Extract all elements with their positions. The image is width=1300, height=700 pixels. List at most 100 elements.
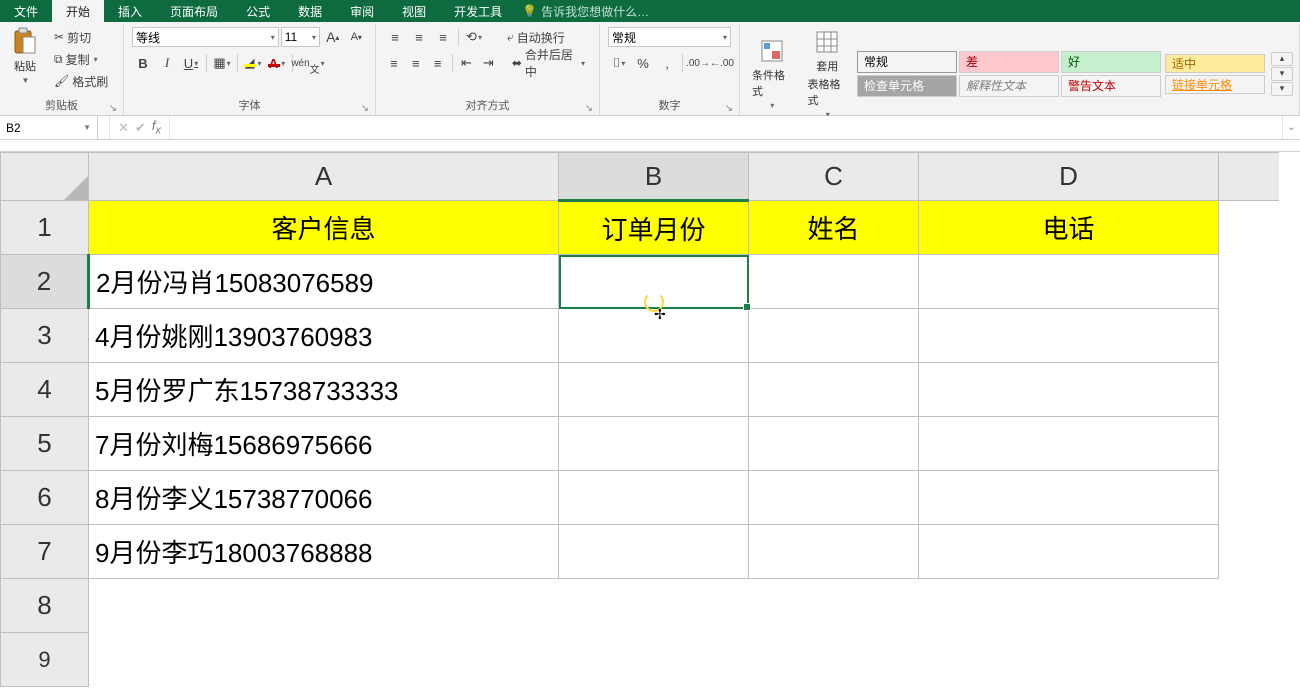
expand-formula-bar[interactable]: ⌄ xyxy=(1282,116,1300,139)
align-bottom-button[interactable]: ≡ xyxy=(432,27,454,47)
align-left-button[interactable]: ≡ xyxy=(384,53,404,73)
merge-center-button[interactable]: ⬌ 合并后居中 ▾ xyxy=(506,52,591,74)
cell-E5[interactable] xyxy=(1219,417,1279,471)
styles-scroll-up[interactable]: ▴ xyxy=(1271,52,1293,66)
menu-insert[interactable]: 插入 xyxy=(104,0,156,22)
format-painter-button[interactable]: 🖌 格式刷 xyxy=(48,70,114,92)
cancel-formula-button[interactable]: ✕ xyxy=(118,120,129,136)
col-header-D[interactable]: D xyxy=(919,153,1219,201)
row-header-3[interactable]: 3 xyxy=(1,309,89,363)
wrap-text-button[interactable]: ⤶ 自动换行 xyxy=(501,26,571,48)
style-bad[interactable]: 差 xyxy=(959,51,1059,73)
cell-E6[interactable] xyxy=(1219,471,1279,525)
menu-file[interactable]: 文件 xyxy=(0,0,52,22)
cell-A2[interactable]: 2月份冯肖15083076589 xyxy=(89,255,559,309)
menu-pagelayout[interactable]: 页面布局 xyxy=(156,0,232,22)
style-warning[interactable]: 警告文本 xyxy=(1061,75,1161,97)
dialog-launcher-icon[interactable]: ↘ xyxy=(585,103,593,114)
row-header-4[interactable]: 4 xyxy=(1,363,89,417)
increase-decimal-button[interactable]: .00→ xyxy=(687,53,709,73)
cell-D9[interactable] xyxy=(919,633,1219,687)
row-header-2[interactable]: 2 xyxy=(1,255,89,309)
font-family-select[interactable]: 等线▾ xyxy=(132,27,279,47)
cell-D1[interactable]: 电话 xyxy=(919,201,1219,255)
row-header-8[interactable]: 8 xyxy=(1,579,89,633)
align-middle-button[interactable]: ≡ xyxy=(408,27,430,47)
dialog-launcher-icon[interactable]: ↘ xyxy=(725,103,733,114)
col-header-A[interactable]: A xyxy=(89,153,559,201)
style-hyperlink[interactable]: 链接单元格 xyxy=(1165,75,1265,94)
number-format-select[interactable]: 常规▾ xyxy=(608,27,731,47)
menu-view[interactable]: 视图 xyxy=(388,0,440,22)
fx-button[interactable]: fx xyxy=(152,118,161,137)
format-as-table-button[interactable]: 套用 表格格式▾ xyxy=(802,26,854,121)
style-neutral[interactable]: 适中 xyxy=(1165,54,1265,73)
paste-button[interactable]: 粘贴 ▼ xyxy=(6,26,44,87)
orientation-button[interactable]: ⟲▾ xyxy=(463,27,485,47)
menu-formula[interactable]: 公式 xyxy=(232,0,284,22)
cell-D6[interactable] xyxy=(919,471,1219,525)
cell-B2[interactable] xyxy=(559,255,749,309)
comma-button[interactable]: , xyxy=(656,53,678,73)
cell-C7[interactable] xyxy=(749,525,919,579)
cell-A5[interactable]: 7月份刘梅15686975666 xyxy=(89,417,559,471)
styles-more[interactable]: ▾ xyxy=(1271,82,1293,96)
increase-indent-button[interactable]: ⇥ xyxy=(478,53,498,73)
cell-B3[interactable] xyxy=(559,309,749,363)
name-box[interactable]: B2 ▼ xyxy=(0,116,98,139)
italic-button[interactable]: I xyxy=(156,53,178,73)
cell-B7[interactable] xyxy=(559,525,749,579)
cell-D5[interactable] xyxy=(919,417,1219,471)
copy-button[interactable]: ⧉ 复制 ▾ xyxy=(48,48,114,70)
underline-button[interactable]: U▾ xyxy=(180,53,202,73)
cell-A6[interactable]: 8月份李义15738770066 xyxy=(89,471,559,525)
cell-A9[interactable] xyxy=(89,633,559,687)
bold-button[interactable]: B xyxy=(132,53,154,73)
cell-A8[interactable] xyxy=(89,579,559,633)
cell-C4[interactable] xyxy=(749,363,919,417)
cell-C3[interactable] xyxy=(749,309,919,363)
cell-E3[interactable] xyxy=(1219,309,1279,363)
cell-E8[interactable] xyxy=(1219,579,1279,633)
row-header-7[interactable]: 7 xyxy=(1,525,89,579)
fill-color-button[interactable]: ◢▾ xyxy=(242,53,264,73)
align-center-button[interactable]: ≡ xyxy=(406,53,426,73)
cell-D2[interactable] xyxy=(919,255,1219,309)
cell-A3[interactable]: 4月份姚刚13903760983 xyxy=(89,309,559,363)
col-header-B[interactable]: B xyxy=(559,153,749,201)
phonetic-button[interactable]: wén文▾ xyxy=(297,53,319,73)
cell-E7[interactable] xyxy=(1219,525,1279,579)
menu-data[interactable]: 数据 xyxy=(284,0,336,22)
style-check-cell[interactable]: 检查单元格 xyxy=(857,75,957,97)
decrease-font-button[interactable]: A▾ xyxy=(346,27,368,47)
menu-home[interactable]: 开始 xyxy=(52,0,104,22)
cell-B1[interactable]: 订单月份 xyxy=(559,201,749,255)
cell-C6[interactable] xyxy=(749,471,919,525)
font-size-select[interactable]: 11▾ xyxy=(281,27,320,47)
cell-A1[interactable]: 客户信息 xyxy=(89,201,559,255)
cell-E9[interactable] xyxy=(1219,633,1279,687)
cell-B5[interactable] xyxy=(559,417,749,471)
row-header-6[interactable]: 6 xyxy=(1,471,89,525)
row-header-9[interactable]: 9 xyxy=(1,633,89,687)
styles-scroll-down[interactable]: ▾ xyxy=(1271,67,1293,81)
cell-C5[interactable] xyxy=(749,417,919,471)
accounting-format-button[interactable]: ⌷▾ xyxy=(608,53,630,73)
cell-D8[interactable] xyxy=(919,579,1219,633)
cell-styles-gallery[interactable]: 常规 差 好 检查单元格 解释性文本 警告文本 xyxy=(857,51,1161,97)
percent-button[interactable]: % xyxy=(632,53,654,73)
style-explanatory[interactable]: 解释性文本 xyxy=(959,75,1059,97)
select-all-corner[interactable] xyxy=(1,153,89,201)
decrease-decimal-button[interactable]: ←.00 xyxy=(711,53,733,73)
enter-formula-button[interactable]: ✔ xyxy=(135,120,146,136)
cell-C8[interactable] xyxy=(749,579,919,633)
align-right-button[interactable]: ≡ xyxy=(428,53,448,73)
cell-C9[interactable] xyxy=(749,633,919,687)
style-normal[interactable]: 常规 xyxy=(857,51,957,73)
align-top-button[interactable]: ≡ xyxy=(384,27,406,47)
cell-D7[interactable] xyxy=(919,525,1219,579)
dialog-launcher-icon[interactable]: ↘ xyxy=(109,103,117,114)
menu-review[interactable]: 审阅 xyxy=(336,0,388,22)
col-header-C[interactable]: C xyxy=(749,153,919,201)
cell-B9[interactable] xyxy=(559,633,749,687)
